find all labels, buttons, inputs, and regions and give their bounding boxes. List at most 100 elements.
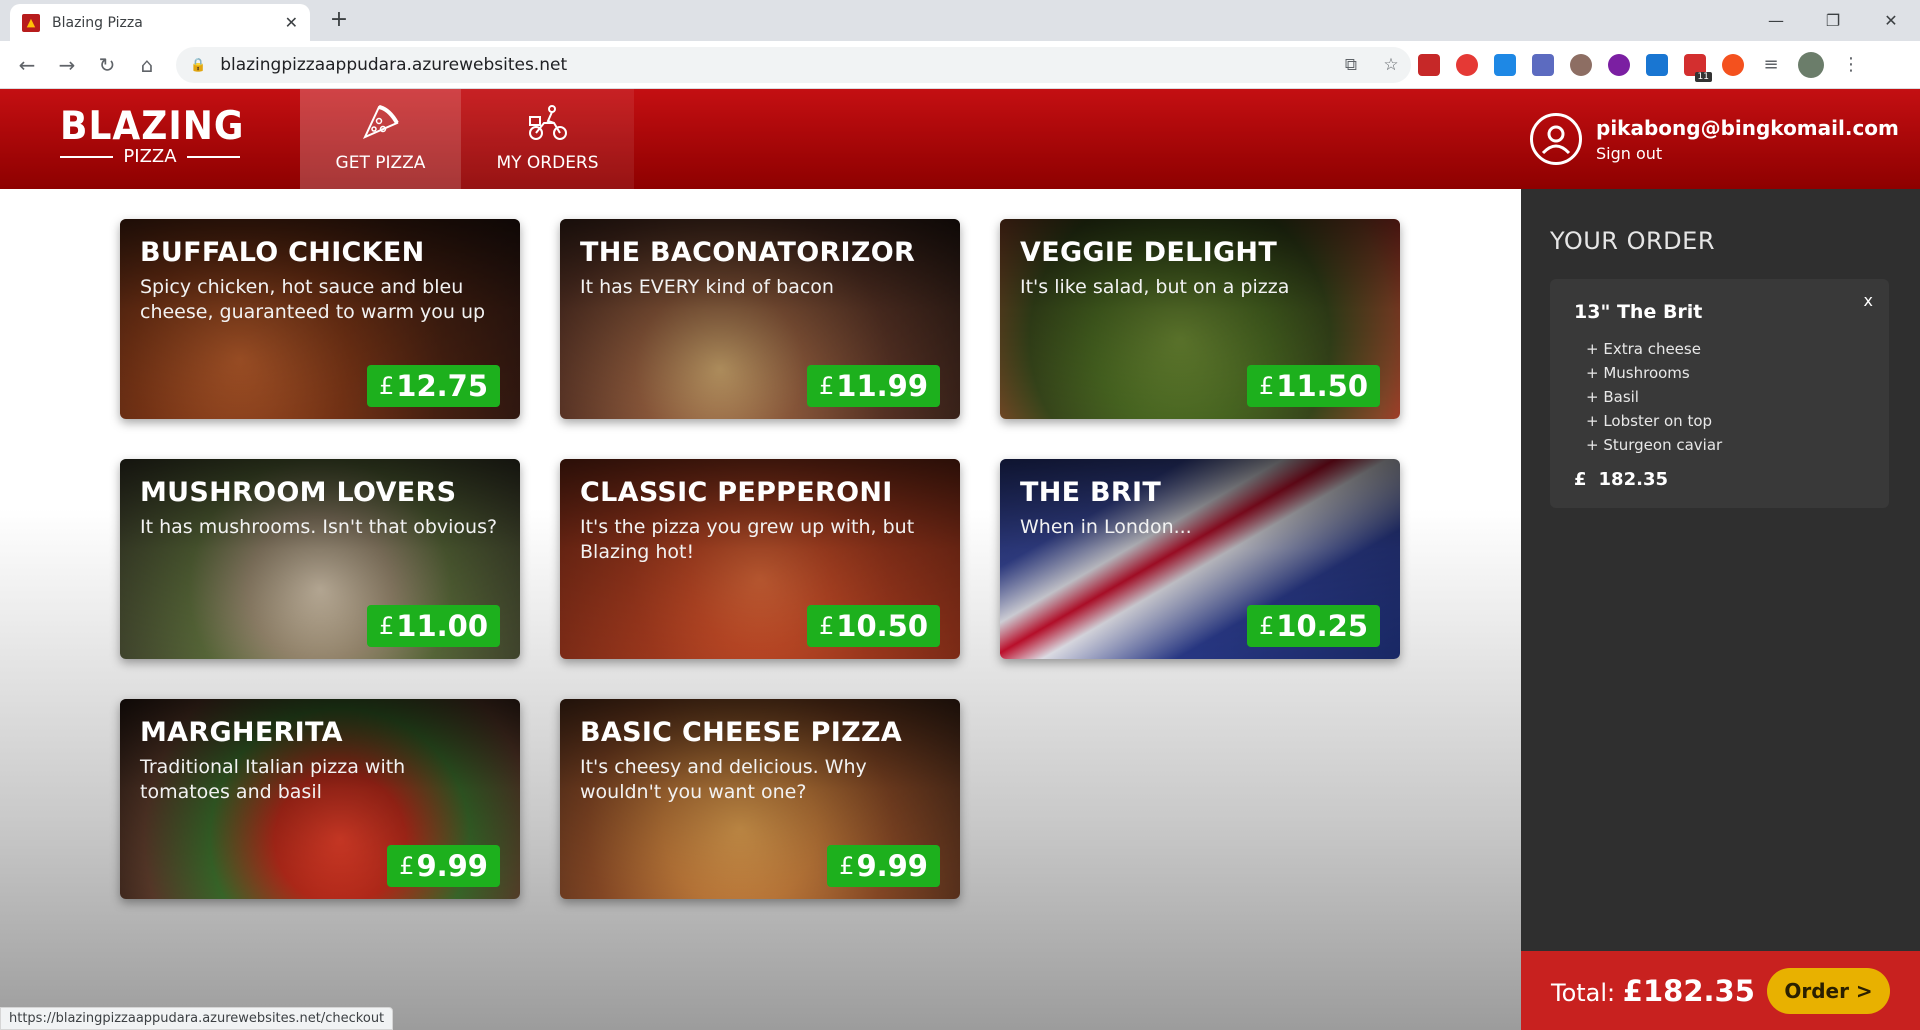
user-avatar-icon [1530, 113, 1582, 165]
pizza-card-mushroom-lovers[interactable]: MUSHROOM LOVERS It has mushrooms. Isn't … [120, 459, 520, 659]
pizza-title: MUSHROOM LOVERS [140, 477, 457, 508]
profile-avatar[interactable] [1798, 52, 1824, 78]
pizza-description: Traditional Italian pizza with tomatoes … [140, 756, 406, 803]
new-tab-button[interactable]: + [325, 6, 353, 34]
extension-color-icon[interactable] [1608, 54, 1630, 76]
user-text: pikabong@bingkomail.com Sign out [1596, 116, 1899, 163]
order-item-card: x 13" The Brit + Extra cheese + Mushroom… [1550, 279, 1889, 508]
logo-line [60, 156, 114, 158]
blazing-pizza-logo[interactable]: BLAZING PIZZA [60, 103, 245, 167]
order-item-price-value: 182.35 [1598, 469, 1668, 490]
nav-get-pizza[interactable]: GET PIZZA [300, 89, 461, 205]
price-badge: £10.50 [806, 605, 940, 647]
tab-title: Blazing Pizza [52, 14, 143, 31]
logo-sub-text: PIZZA [123, 146, 177, 167]
price-badge: £9.99 [827, 845, 940, 887]
user-email: pikabong@bingkomail.com [1596, 115, 1899, 140]
pizza-card-veggie-delight[interactable]: VEGGIE DELIGHT It's like salad, but on a… [1000, 219, 1400, 419]
pizza-title: BUFFALO CHICKEN [140, 237, 425, 268]
menu-kebab-icon[interactable]: ⋮ [1840, 54, 1862, 76]
back-icon[interactable]: ← [13, 51, 41, 79]
pizza-card-basic-cheese[interactable]: BASIC CHEESE PIZZA It's cheesy and delic… [560, 699, 960, 899]
price-badge: £11.99 [806, 365, 940, 407]
reload-icon[interactable]: ↻ [93, 51, 121, 79]
pizza-title: VEGGIE DELIGHT [1020, 237, 1278, 268]
extension-badge: 11 [1694, 72, 1712, 82]
extensions-bar: 11 ≡ ⋮ [1418, 52, 1862, 82]
user-info: pikabong@bingkomail.com Sign out [1530, 109, 1899, 169]
lock-icon: 🔒 [190, 57, 207, 73]
order-sidebar: YOUR ORDER x 13" The Brit + Extra cheese… [1521, 189, 1920, 1030]
restore-icon[interactable]: ❐ [1808, 0, 1858, 41]
pizza-description: It has mushrooms. Isn't that obvious? [140, 516, 498, 538]
pizza-title: BASIC CHEESE PIZZA [580, 717, 903, 748]
extension-red-icon[interactable] [1418, 54, 1440, 76]
close-window-icon[interactable]: ✕ [1866, 0, 1916, 41]
pizza-title: THE BACONATORIZOR [580, 237, 916, 268]
extension-download-icon[interactable] [1646, 54, 1668, 76]
logo-sub: PIZZA [60, 147, 240, 167]
pizza-card-margherita[interactable]: MARGHERITA Traditional Italian pizza wit… [120, 699, 520, 899]
price-badge: £9.99 [387, 845, 500, 887]
currency-symbol: £ [1574, 469, 1587, 490]
browser-tab[interactable]: ▲ Blazing Pizza ✕ [10, 4, 310, 41]
bookmark-star-icon[interactable]: ☆ [1371, 55, 1411, 75]
sign-out-link[interactable]: Sign out [1596, 144, 1899, 163]
logo-line [186, 156, 240, 158]
pizza-card-baconatorizor[interactable]: THE BACONATORIZOR It has EVERY kind of b… [560, 219, 960, 419]
pizza-specials-area: BUFFALO CHICKEN Spicy chicken, hot sauce… [0, 189, 1521, 1030]
extension-share-icon[interactable] [1722, 54, 1744, 76]
pizza-description: It's like salad, but on a pizza [1020, 276, 1290, 298]
price-badge: £10.25 [1246, 605, 1380, 647]
pizza-description: It's cheesy and delicious. Why wouldn't … [580, 756, 867, 803]
home-icon[interactable]: ⌂ [133, 51, 161, 79]
topping-item: + Basil [1586, 388, 1639, 406]
pizza-favicon-icon: ▲ [22, 13, 40, 32]
order-footer: Total: £182.35 Order > [1521, 951, 1920, 1030]
pizza-card-the-brit[interactable]: THE BRIT When in London... £10.25 [1000, 459, 1400, 659]
topping-item: + Extra cheese [1586, 340, 1701, 358]
toppings-list: + Extra cheese + Mushrooms + Basil + Lob… [1574, 337, 1865, 457]
order-total: Total: £182.35 [1551, 974, 1755, 1008]
order-button[interactable]: Order > [1767, 967, 1890, 1014]
extension-check-icon[interactable] [1494, 54, 1516, 76]
total-label: Total: [1551, 978, 1616, 1007]
remove-item-button[interactable]: x [1864, 291, 1873, 310]
topping-item: + Mushrooms [1586, 364, 1690, 382]
price-badge: £11.00 [366, 605, 500, 647]
pizza-description: Spicy chicken, hot sauce and bleu cheese… [140, 276, 486, 323]
pizza-description: It has EVERY kind of bacon [580, 276, 834, 298]
nav-my-orders-label: MY ORDERS [496, 153, 599, 173]
pizza-description: When in London... [1020, 516, 1192, 538]
extension-cookie-icon[interactable] [1570, 54, 1592, 76]
pizza-title: CLASSIC PEPPERONI [580, 477, 893, 508]
logo-main-text: BLAZING [60, 103, 245, 149]
extension-calendar-icon[interactable]: 11 [1684, 54, 1712, 82]
pizza-card-buffalo-chicken[interactable]: BUFFALO CHICKEN Spicy chicken, hot sauce… [120, 219, 520, 419]
price-badge: £12.75 [366, 365, 500, 407]
nav-my-orders[interactable]: MY ORDERS [461, 89, 634, 189]
pizza-title: MARGHERITA [140, 717, 343, 748]
delivery-bike-icon [528, 105, 567, 140]
order-item-title: 13" The Brit [1574, 301, 1703, 323]
topping-item: + Lobster on top [1586, 412, 1713, 430]
close-tab-icon[interactable]: ✕ [285, 13, 298, 32]
order-item-price: £ 182.35 [1574, 469, 1865, 490]
nav-get-pizza-label: GET PIZZA [335, 153, 426, 173]
price-badge: £11.50 [1246, 365, 1380, 407]
extension-camera-icon[interactable] [1532, 54, 1554, 76]
forward-icon[interactable]: → [53, 51, 81, 79]
your-order-heading: YOUR ORDER [1550, 227, 1715, 255]
open-in-app-icon[interactable]: ⧉ [1331, 55, 1371, 75]
pizza-card-classic-pepperoni[interactable]: CLASSIC PEPPERONI It's the pizza you gre… [560, 459, 960, 659]
address-bar[interactable]: 🔒 blazingpizzaappudara.azurewebsites.net… [176, 47, 1411, 83]
media-queue-icon[interactable]: ≡ [1760, 54, 1782, 76]
pizza-title: THE BRIT [1020, 477, 1162, 508]
pizza-slice-icon [362, 105, 399, 139]
total-value: £182.35 [1622, 973, 1755, 1008]
pizza-description: It's the pizza you grew up with, but Bla… [580, 516, 915, 563]
minimize-icon[interactable]: — [1751, 0, 1801, 41]
browser-toolbar: ← → ↻ ⌂ 🔒 blazingpizzaappudara.azurewebs… [0, 41, 1920, 89]
extension-opera-icon[interactable] [1456, 54, 1478, 76]
url-text[interactable]: blazingpizzaappudara.azurewebsites.net [220, 55, 1331, 75]
